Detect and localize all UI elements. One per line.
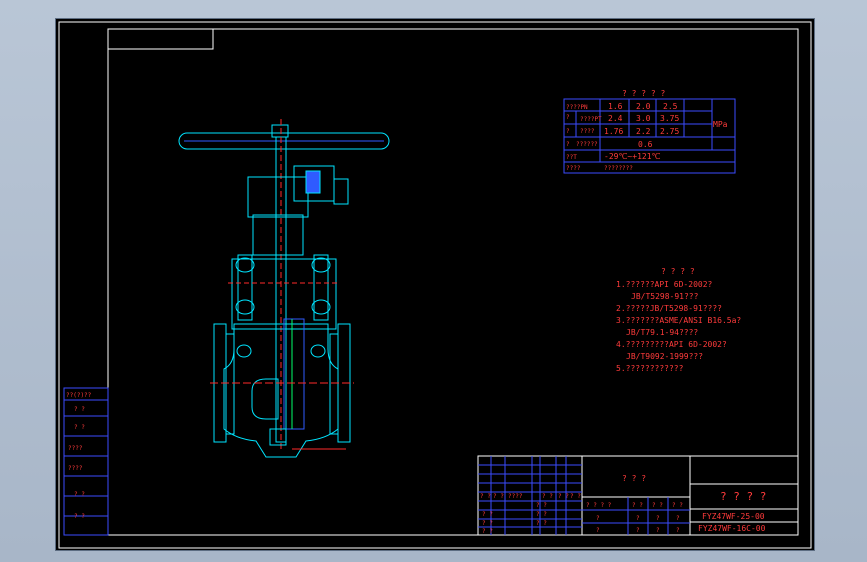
tb-mid-row1-2: ? ? bbox=[652, 502, 663, 509]
note-line-5: 4.?????????API 6D-2002? bbox=[616, 340, 727, 349]
tb-sign-3: ? bbox=[676, 527, 680, 534]
gate-valve-drawing bbox=[178, 119, 390, 458]
note-line-4: JB/T79.1-94???? bbox=[626, 328, 698, 337]
spec-row-2-v3: 2.75 bbox=[660, 127, 679, 136]
tb-mid-left-2: ? ? bbox=[536, 520, 547, 527]
tb-left-header-4: ? ? bbox=[558, 493, 569, 500]
spec-side-mark-1: ? bbox=[566, 128, 570, 135]
tb-left-row-1: ? ? bbox=[482, 520, 493, 527]
spec-row-1-v2: 3.0 bbox=[636, 114, 651, 123]
spec-row-2-v1: 1.76 bbox=[604, 127, 623, 136]
tb-left-row-0: ? ? bbox=[482, 511, 493, 518]
spec-row-2-label: ???? bbox=[580, 128, 595, 135]
spec-row-3-label: ?????? bbox=[576, 141, 598, 148]
spec-temp-value: -29℃~+121℃ bbox=[604, 152, 661, 161]
tb-left-header-2: ???? bbox=[508, 493, 523, 500]
tb-mid-row1-0: ? ? ? ? bbox=[586, 502, 612, 509]
spec-row-1-v1: 2.4 bbox=[608, 114, 623, 123]
side-cell-4: ???? bbox=[68, 465, 83, 472]
spec-medium-value: ???????? bbox=[604, 165, 633, 172]
tb-center-title: ? ? ? bbox=[622, 474, 646, 483]
spec-row-1-v3: 3.75 bbox=[660, 114, 679, 123]
spec-row-1-label: ????PT bbox=[580, 116, 602, 123]
spec-unit: MPa bbox=[713, 120, 728, 129]
spec-side-mark-0: ? bbox=[566, 114, 570, 121]
spec-row-0-v1: 1.6 bbox=[608, 102, 623, 111]
spec-side-mark-2: ? bbox=[566, 141, 570, 148]
side-cell-1: ? ? bbox=[74, 406, 85, 413]
side-block: ??(?)?? ? ? ? ? ???? ???? ? ? ? ? bbox=[63, 387, 109, 536]
note-line-1: JB/T5298-91??? bbox=[631, 292, 699, 301]
tb-mid-row1-1: ? ? bbox=[632, 502, 643, 509]
tb-left-header-1: ? ? bbox=[493, 493, 504, 500]
note-line-0: 1.??????API 6D-2002? bbox=[616, 280, 713, 289]
side-cell-2: ? ? bbox=[74, 424, 85, 431]
side-cell-0: ??(?)?? bbox=[66, 392, 92, 399]
tb-mid-row2-2: ? bbox=[656, 515, 660, 522]
tb-sign-1: ? bbox=[636, 527, 640, 534]
title-block: ? ? ? ? ???? ? ? ? ? ? ? ? ? ? ? ? ? ? ?… bbox=[477, 455, 799, 536]
spec-temp-label: ??T bbox=[566, 154, 577, 161]
tb-left-header-0: ? ? bbox=[480, 493, 491, 500]
note-line-7: 5.???????????? bbox=[616, 364, 684, 373]
notes-title: ? ? ? ? bbox=[661, 267, 695, 276]
spec-table: ? ? ? ? ? ????PN 1.6 2.0 2.5 ? ????PT 2.… bbox=[563, 89, 736, 174]
tb-left-header-5: ? ? bbox=[570, 493, 581, 500]
tb-mid-row2-1: ? bbox=[636, 515, 640, 522]
corner-box bbox=[107, 28, 214, 50]
drawing-canvas: ??(?)?? ? ? ? ? ???? ???? ? ? ? ? ? ? ? … bbox=[58, 21, 812, 549]
note-line-3: 3.???????ASME/ANSI B16.5a? bbox=[616, 316, 741, 325]
tb-sign-2: ? bbox=[656, 527, 660, 534]
note-line-6: JB/T9092-1999??? bbox=[626, 352, 703, 361]
tb-mid-left-0: ? ? bbox=[536, 502, 547, 509]
spec-row-0-v3: 2.5 bbox=[663, 102, 678, 111]
tb-left-header-3: ? ? bbox=[542, 493, 553, 500]
note-line-2: 2.?????JB/T5298-91???? bbox=[616, 304, 722, 313]
spec-row-2-v2: 2.2 bbox=[636, 127, 651, 136]
tb-right-title: ? ? ? ? bbox=[720, 490, 766, 503]
side-cell-5: ? ? bbox=[74, 491, 85, 498]
side-cell-3: ???? bbox=[68, 445, 83, 452]
tb-code-2: FYZ47WF-16C-00 bbox=[698, 524, 766, 533]
tb-left-row-2: ? ? bbox=[482, 528, 493, 535]
cad-viewport[interactable]: ??(?)?? ? ? ? ? ???? ???? ? ? ? ? ? ? ? … bbox=[55, 18, 815, 551]
spec-row-0-label: ????PN bbox=[566, 104, 588, 111]
tb-mid-row2-3: ? bbox=[676, 515, 680, 522]
spec-row-0-v2: 2.0 bbox=[636, 102, 651, 111]
technical-notes: ? ? ? ? 1.??????API 6D-2002? JB/T5298-91… bbox=[616, 267, 741, 373]
tb-mid-left-1: ? ? bbox=[536, 511, 547, 518]
spec-title: ? ? ? ? ? bbox=[622, 89, 666, 98]
tb-mid-row1-3: ? ? bbox=[672, 502, 683, 509]
spec-medium-label: ???? bbox=[566, 165, 581, 172]
tb-mid-row2-0: ? bbox=[596, 515, 600, 522]
side-cell-6: ? ? bbox=[74, 513, 85, 520]
tb-sign-0: ? bbox=[596, 527, 600, 534]
tb-code-1: FYZ47WF-25-00 bbox=[702, 512, 765, 521]
spec-row-3-v2: 0.6 bbox=[638, 140, 653, 149]
